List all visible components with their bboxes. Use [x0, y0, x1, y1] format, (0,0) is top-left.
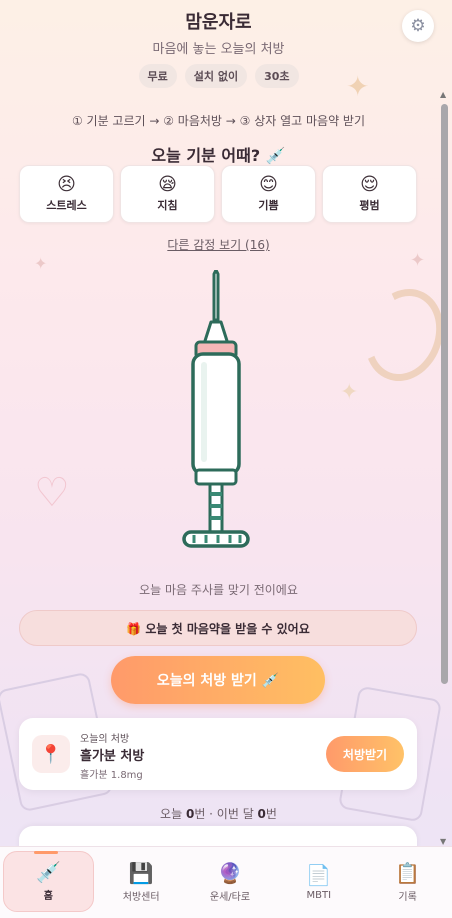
- mood-question: 오늘 기분 어때? 💉: [151, 146, 286, 165]
- scroll-down-icon[interactable]: ▼: [440, 837, 446, 846]
- syringe-icon: 💉: [35, 860, 61, 884]
- mood-option-joy[interactable]: 😊 기쁨: [221, 165, 316, 223]
- prescription-name: 흘가분 처방: [80, 749, 145, 764]
- prescription-label: 오늘의 처방: [80, 734, 130, 745]
- more-emotions-link[interactable]: 다른 감정 보기 (16): [167, 238, 269, 252]
- mood-option-stress[interactable]: 😣 스트레스: [19, 165, 114, 223]
- nav-home[interactable]: 💉 홈: [3, 851, 94, 912]
- mood-label: 스트레스: [46, 199, 87, 212]
- month-suffix: 번: [265, 807, 277, 821]
- tired-face-icon: 😪: [158, 174, 177, 195]
- chip-30s: 30초: [255, 64, 299, 88]
- sparkle-icon: ✦: [410, 250, 426, 271]
- syringe-icon: [182, 268, 250, 548]
- today-suffix: 번 · 이번 달: [194, 807, 258, 821]
- nav-mbti[interactable]: 📄 MBTI: [274, 847, 363, 918]
- usage-counts: 오늘 0번 · 이번 달 0번: [0, 805, 437, 822]
- document-icon: 📄: [306, 863, 332, 887]
- sparkle-icon: ✦: [340, 380, 359, 405]
- chip-free: 무료: [138, 64, 177, 88]
- scrollbar-thumb[interactable]: [441, 104, 448, 684]
- mood-label: 평범: [359, 199, 380, 212]
- settings-button[interactable]: ⚙: [402, 10, 434, 42]
- chip-no-install: 설치 없이: [184, 64, 248, 88]
- nav-fortune-tarot[interactable]: 🔮 운세/타로: [186, 847, 275, 918]
- disk-icon: 💾: [128, 861, 154, 885]
- app-title: 맘운자로: [185, 12, 252, 33]
- receive-prescription-button[interactable]: 처방받기: [326, 736, 404, 772]
- nav-records[interactable]: 📋 기록: [363, 847, 452, 918]
- scrollbar[interactable]: ▲ ▼: [439, 90, 449, 846]
- mood-option-tired[interactable]: 😪 지침: [120, 165, 215, 223]
- syringe-illustration: [168, 268, 268, 560]
- gear-icon: ⚙: [410, 16, 426, 36]
- nav-prescription-center[interactable]: 💾 처방센터: [97, 847, 186, 918]
- mood-options: 😣 스트레스 😪 지침 😊 기쁨 😌 평범: [19, 165, 417, 223]
- mood-option-normal[interactable]: 😌 평범: [322, 165, 417, 223]
- nav-label: 처방센터: [122, 892, 160, 903]
- sparkle-icon: ✦: [34, 254, 48, 273]
- steps-guide: ① 기분 고르기 → ② 마음처방 → ③ 상자 열고 마음약 받기: [71, 114, 366, 128]
- nav-label: 운세/타로: [209, 892, 251, 903]
- smiling-face-icon: 😊: [259, 174, 278, 195]
- nav-label: MBTI: [306, 890, 332, 901]
- month-count: 0: [257, 807, 266, 821]
- relieved-face-icon: 😌: [360, 174, 379, 195]
- more-emotions: 다른 감정 보기 (16): [0, 236, 437, 253]
- first-medicine-notice: 🎁 오늘 첫 마음약을 받을 수 있어요: [19, 610, 417, 646]
- moon-decoration: [352, 277, 452, 393]
- prescription-dose: 흘가분 1.8mg: [80, 770, 143, 781]
- clipboard-icon: 📋: [395, 861, 421, 885]
- today-prefix: 오늘: [160, 807, 186, 821]
- prescription-card: 📍 오늘의 처방 흘가분 처방 흘가분 1.8mg 처방받기: [19, 718, 417, 790]
- heart-icon: ♡: [34, 470, 70, 516]
- app-subtitle: 마음에 놓는 오늘의 처방: [152, 42, 285, 57]
- pin-icon: 📍: [32, 735, 70, 773]
- mood-label: 기쁨: [258, 199, 279, 212]
- nav-label: 홈: [43, 891, 53, 902]
- stressed-face-icon: 😣: [57, 174, 76, 195]
- syringe-caption: 오늘 마음 주사를 맞기 전이에요: [139, 583, 298, 597]
- get-prescription-button[interactable]: 오늘의 처방 받기 💉: [111, 656, 325, 704]
- scroll-up-icon[interactable]: ▲: [440, 90, 446, 99]
- crystal-ball-icon: 🔮: [217, 861, 243, 885]
- nav-label: 기록: [398, 892, 417, 903]
- mood-label: 지침: [157, 199, 178, 212]
- bottom-nav: 💉 홈 💾 처방센터 🔮 운세/타로 📄 MBTI 📋 기록: [0, 846, 452, 918]
- feature-chips: 무료 설치 없이 30초: [0, 64, 437, 88]
